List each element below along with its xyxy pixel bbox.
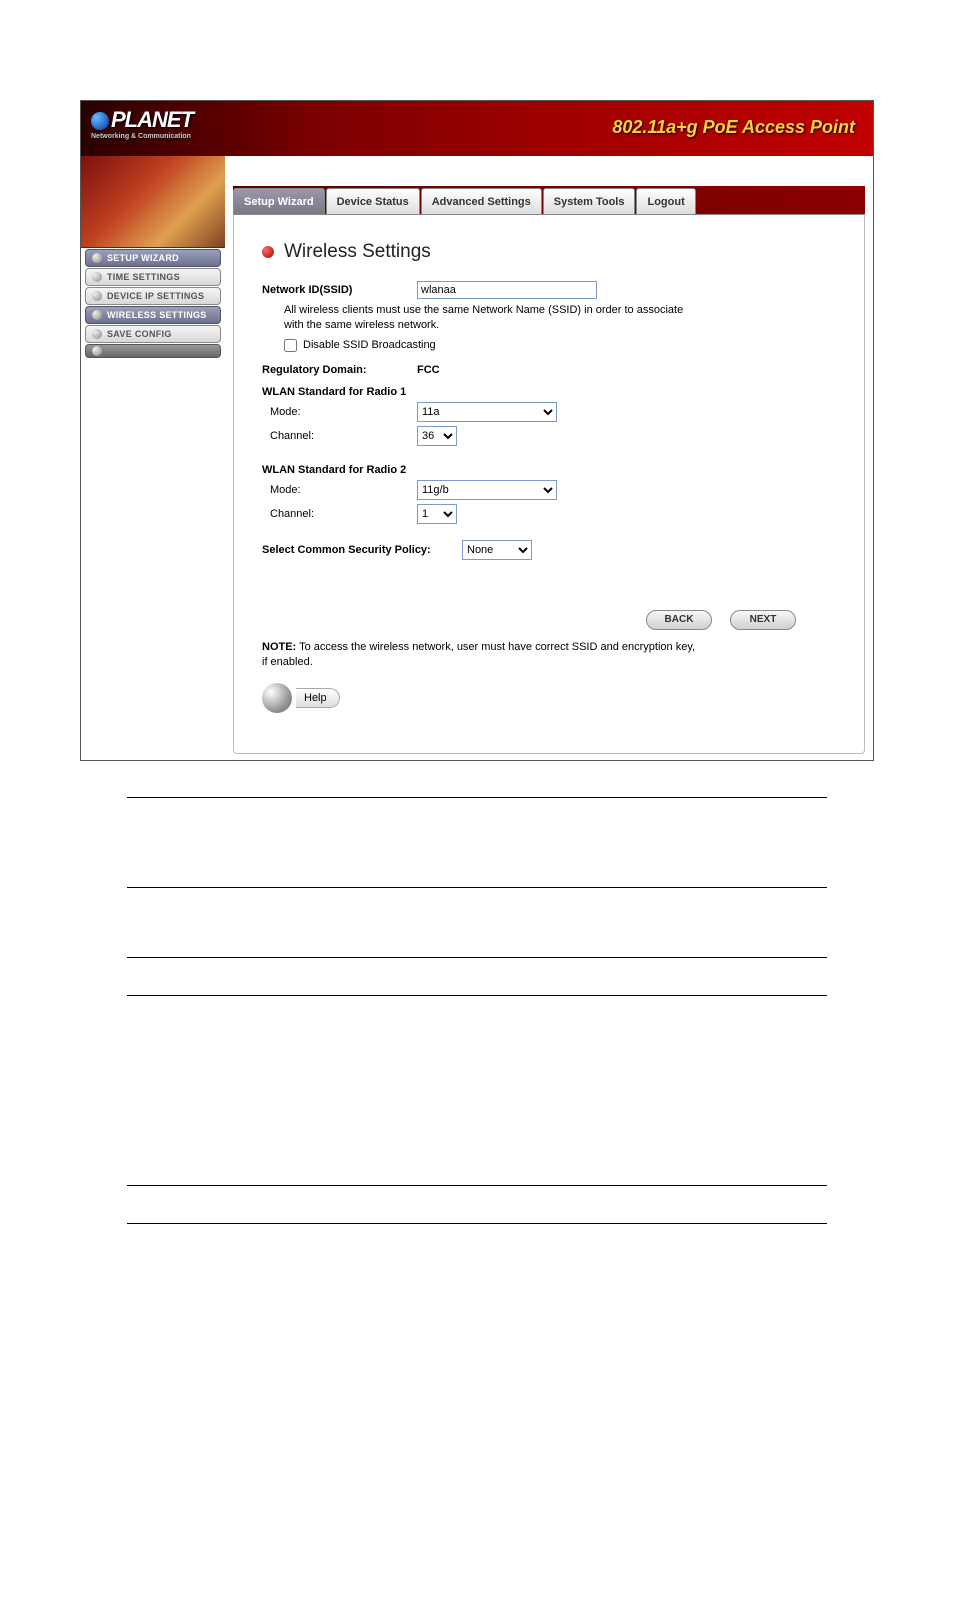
radio2-channel-label: Channel: [262,508,417,520]
next-button-label: NEXT [750,614,777,625]
radio2-heading: WLAN Standard for Radio 2 [262,464,836,476]
sidebar-item-empty [85,344,221,358]
radio2-mode-label: Mode: [262,484,417,496]
tab-label: System Tools [554,196,625,208]
back-button[interactable]: BACK [646,610,712,630]
sidebar-item-label: Setup Wizard [107,253,179,263]
globe-icon [91,112,109,130]
bullet-icon [262,246,274,258]
tab-setup-wizard[interactable]: Setup Wizard [233,188,325,214]
ssid-label: Network ID(SSID) [262,284,417,296]
panel-title: Wireless Settings [262,241,836,263]
next-button[interactable]: NEXT [730,610,796,630]
nav-bullet-icon [92,329,102,339]
note-text: To access the wireless network, user mus… [262,641,695,668]
nav-bullet-icon [92,253,102,263]
security-policy-select[interactable]: None [462,540,532,560]
sidebar-item-save-config[interactable]: Save Config [85,325,221,343]
help-icon [262,683,292,713]
nav-bullet-icon [92,346,102,356]
reg-domain-label: Regulatory Domain: [262,364,417,376]
tab-label: Advanced Settings [432,196,531,208]
tab-bar: Setup Wizard Device Status Advanced Sett… [233,186,865,214]
radio1-heading: WLAN Standard for Radio 1 [262,386,836,398]
security-policy-label: Select Common Security Policy: [262,544,462,556]
nav-bullet-icon [92,310,102,320]
radio2-channel-select[interactable]: 1 [417,504,457,524]
nav-bullet-icon [92,291,102,301]
brand-subtext: Networking & Communication [91,133,193,140]
sidebar-item-time-settings[interactable]: Time Settings [85,268,221,286]
sidebar-item-setup-wizard[interactable]: Setup Wizard [85,249,221,267]
radio1-channel-label: Channel: [262,430,417,442]
sidebar-art [81,156,225,248]
help-button[interactable]: Help [296,688,340,708]
sidebar-item-label: Save Config [107,329,172,339]
tab-system-tools[interactable]: System Tools [543,188,636,214]
panel-title-text: Wireless Settings [284,241,431,263]
nav-bullet-icon [92,272,102,282]
ssid-note: All wireless clients must use the same N… [284,303,704,333]
sidebar-item-label: Wireless Settings [107,310,207,320]
disable-ssid-checkbox[interactable] [284,339,297,352]
ssid-input[interactable] [417,281,597,299]
reg-domain-value: FCC [417,364,440,376]
brand-text: PLANET [111,107,193,132]
tab-label: Setup Wizard [244,196,314,208]
header-bar: PLANET Networking & Communication 802.11… [81,101,873,156]
tab-advanced-settings[interactable]: Advanced Settings [421,188,542,214]
brand-logo: PLANET Networking & Communication [91,107,193,140]
tab-label: Device Status [337,196,409,208]
sidebar-item-label: Time Settings [107,272,180,282]
help-label: Help [304,692,327,704]
radio1-mode-select[interactable]: 11a [417,402,557,422]
note-prefix: NOTE: [262,641,296,653]
app-window: PLANET Networking & Communication 802.11… [80,100,874,761]
tab-label: Logout [647,196,684,208]
sidebar-item-wireless-settings[interactable]: Wireless Settings [85,306,221,324]
disable-ssid-label: Disable SSID Broadcasting [303,339,436,351]
content-panel: Wireless Settings Network ID(SSID) All w… [233,214,865,754]
sidebar-item-device-ip[interactable]: Device IP Settings [85,287,221,305]
doc-table [127,797,827,1224]
sidebar: Setup Wizard Time Settings Device IP Set… [81,156,225,760]
back-button-label: BACK [665,614,694,625]
sidebar-item-label: Device IP Settings [107,291,204,301]
tab-device-status[interactable]: Device Status [326,188,420,214]
tab-logout[interactable]: Logout [636,188,695,214]
radio2-mode-select[interactable]: 11g/b [417,480,557,500]
radio1-channel-select[interactable]: 36 [417,426,457,446]
product-title: 802.11a+g PoE Access Point [612,117,855,138]
radio1-mode-label: Mode: [262,406,417,418]
footer-note: NOTE: To access the wireless network, us… [262,640,702,670]
